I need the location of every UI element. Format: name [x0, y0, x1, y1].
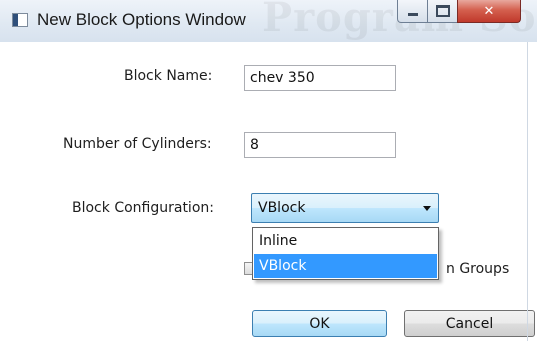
close-icon: ✕ — [483, 3, 495, 19]
cylinders-label: Number of Cylinders: — [63, 136, 212, 152]
dropdown-option-vblock[interactable]: VBlock — [254, 254, 437, 278]
groups-checkbox-label: n Groups — [446, 261, 510, 277]
minimize-icon — [407, 13, 418, 16]
window-app-icon — [12, 13, 28, 27]
chevron-down-icon — [423, 206, 431, 211]
block-config-label: Block Configuration: — [72, 200, 214, 216]
ok-button[interactable]: OK — [252, 310, 387, 337]
close-button[interactable]: ✕ — [457, 0, 521, 23]
block-name-label: Block Name: — [124, 68, 213, 84]
title-bar[interactable]: Program Sol New Block Options Window ✕ — [0, 0, 537, 42]
cylinders-input[interactable]: 8 — [244, 132, 396, 158]
minimize-button[interactable] — [397, 0, 428, 23]
block-config-dropdown: Inline VBlock — [252, 227, 439, 280]
block-config-combobox[interactable]: VBlock — [251, 193, 439, 223]
dropdown-option-inline[interactable]: Inline — [254, 229, 437, 253]
cancel-button[interactable]: Cancel — [404, 310, 535, 337]
maximize-button[interactable] — [427, 0, 458, 23]
window-right-edge — [527, 42, 528, 341]
block-name-input[interactable]: chev 350 — [244, 65, 396, 91]
block-config-selected: VBlock — [258, 200, 306, 216]
maximize-icon — [435, 5, 450, 17]
window-title: New Block Options Window — [37, 10, 246, 29]
